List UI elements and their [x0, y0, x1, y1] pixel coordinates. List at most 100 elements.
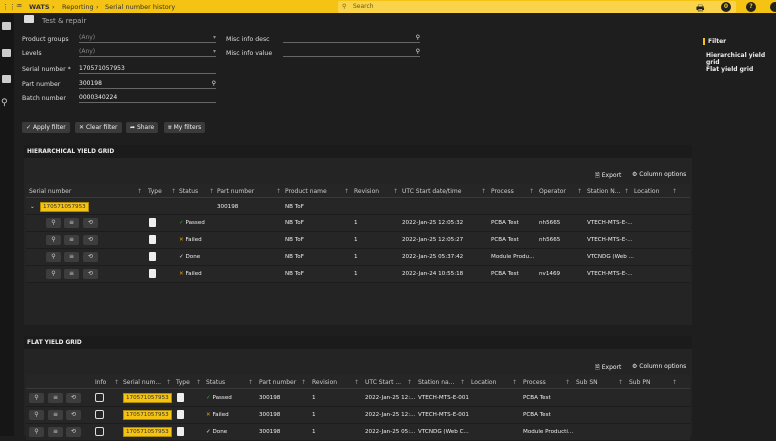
print-icon[interactable]: 🖶 — [696, 1, 705, 17]
sort-arrow-icon[interactable]: ↑ — [624, 188, 629, 195]
right-nav-flat[interactable]: Flat yield grid — [706, 66, 753, 73]
column-options-button[interactable]: ⚙ Column options — [632, 363, 686, 370]
table-row[interactable]: ⚲ ≡ ⟲ ✓ Done NB ToF 1 2022-Jan-25 05:37:42 Modu… — [26, 249, 690, 266]
column-header[interactable]: Type — [148, 188, 162, 195]
chevron-down-icon[interactable]: ⌄ — [30, 204, 35, 210]
column-header[interactable]: Operator — [539, 188, 566, 195]
apps-grid-icon[interactable]: ⋮⋮ — [2, 3, 16, 11]
sort-arrow-icon[interactable]: ↑ — [529, 188, 534, 195]
print-nav-icon[interactable] — [2, 75, 11, 83]
sort-arrow-icon[interactable]: ↑ — [354, 379, 359, 386]
column-header[interactable]: UTC Start date/time — [402, 188, 461, 195]
levels-select[interactable]: (Any) ▾ — [79, 48, 216, 57]
search-icon[interactable]: ⚲ — [29, 393, 44, 403]
search-nav-icon[interactable]: ⚲ — [1, 98, 8, 108]
column-header[interactable]: Process — [523, 379, 546, 386]
column-header[interactable]: Sub PN — [629, 379, 650, 386]
details-icon[interactable]: ≡ — [48, 410, 63, 420]
serial-number-input[interactable]: 170571057953 — [79, 65, 216, 74]
column-header[interactable]: Revision — [354, 188, 379, 195]
sort-arrow-icon[interactable]: ↑ — [672, 188, 677, 195]
serial-badge[interactable]: 170571057953 — [123, 410, 172, 420]
repair-icon[interactable]: ⟲ — [83, 235, 98, 245]
repair-icon[interactable]: ⟲ — [66, 410, 81, 420]
details-icon[interactable]: ≡ — [48, 393, 63, 403]
export-button[interactable]: 🗎 Export — [595, 363, 621, 373]
repair-icon[interactable]: ⟲ — [66, 393, 81, 403]
reports-nav-icon[interactable] — [2, 49, 11, 57]
sort-arrow-icon[interactable]: ↑ — [171, 188, 176, 195]
notifications-badge[interactable]: 0 — [721, 2, 731, 12]
repair-icon[interactable]: ⟲ — [83, 218, 98, 228]
column-header[interactable]: Type — [176, 379, 190, 386]
info-checkbox[interactable] — [95, 410, 104, 419]
info-checkbox[interactable] — [95, 427, 104, 436]
repair-icon[interactable]: ⟲ — [83, 269, 98, 279]
sort-arrow-icon[interactable]: ↑ — [481, 188, 486, 195]
sort-arrow-icon[interactable]: ↑ — [248, 379, 253, 386]
breadcrumb-app[interactable]: WATS — [29, 3, 50, 11]
right-nav-filter[interactable]: Filter — [703, 38, 726, 45]
search-icon[interactable]: ⚲ — [46, 252, 61, 262]
column-header[interactable]: Process — [491, 188, 514, 195]
test-repair-nav-icon[interactable] — [2, 22, 11, 30]
sort-arrow-icon[interactable]: ↑ — [344, 188, 349, 195]
misc-info-value-input[interactable]: ⚲ — [283, 48, 420, 57]
sort-arrow-icon[interactable]: ↑ — [618, 379, 623, 386]
column-header[interactable]: Sub SN — [576, 379, 598, 386]
column-header[interactable]: Location — [471, 379, 496, 386]
table-row[interactable]: ⚲ ≡ ⟲ 170571057953 ✓ Done 300198 1 2022-Jan-25 … — [26, 424, 690, 441]
table-row-parent[interactable]: ⌄ 170571057953 300198 NB ToF — [26, 199, 690, 215]
table-row[interactable]: ⚲ ≡ ⟲ ✕ Failed NB ToF 1 2022-Jan-25 12:05:27 PC… — [26, 232, 690, 249]
clear-filter-button[interactable]: ✕ Clear filter — [75, 122, 122, 133]
details-icon[interactable]: ≡ — [64, 269, 79, 279]
table-row[interactable]: ⚲ ≡ ⟲ ✓ Passed NB ToF 1 2022-Jan-25 12:05:32 PC… — [26, 215, 690, 232]
sort-arrow-icon[interactable]: ↑ — [565, 379, 570, 386]
search-icon[interactable]: ⚲ — [29, 410, 44, 420]
column-header[interactable]: Station na... — [418, 379, 454, 386]
details-icon[interactable]: ≡ — [64, 235, 79, 245]
sort-arrow-icon[interactable]: ↑ — [276, 188, 281, 195]
table-row[interactable]: ⚲ ≡ ⟲ 170571057953 ✓ Passed 300198 1 2022-Jan-2… — [26, 390, 690, 407]
table-row[interactable]: ⚲ ≡ ⟲ 170571057953 ✕ Failed 300198 1 2022-Jan-2… — [26, 407, 690, 424]
column-header[interactable]: Location — [634, 188, 659, 195]
column-header[interactable]: Serial number — [29, 188, 71, 195]
serial-badge[interactable]: 170571057953 — [40, 202, 89, 212]
column-header[interactable]: Info — [95, 379, 106, 386]
sort-arrow-icon[interactable]: ↑ — [196, 379, 201, 386]
column-header[interactable]: Status — [206, 379, 225, 386]
sort-arrow-icon[interactable]: ↑ — [393, 188, 398, 195]
column-header[interactable]: Product name — [285, 188, 327, 195]
sort-arrow-icon[interactable]: ↑ — [512, 379, 517, 386]
apply-filter-button[interactable]: ✓ Apply filter — [22, 122, 70, 133]
column-options-button[interactable]: ⚙ Column options — [632, 171, 686, 178]
misc-info-desc-input[interactable]: ⚲ — [283, 34, 420, 43]
share-button[interactable]: ➦ Share — [126, 122, 159, 133]
sort-arrow-icon[interactable]: ↑ — [301, 379, 306, 386]
column-header[interactable]: Part number — [217, 188, 254, 195]
search-input[interactable]: ⚲ Search — [338, 1, 736, 13]
help-icon[interactable]: ? — [746, 2, 756, 12]
sort-arrow-icon[interactable]: ↑ — [137, 188, 142, 195]
repair-icon[interactable]: ⟲ — [83, 252, 98, 262]
sort-arrow-icon[interactable]: ↑ — [577, 188, 582, 195]
export-button[interactable]: 🗎 Export — [595, 171, 621, 181]
product-groups-select[interactable]: (Any) ▾ — [79, 34, 216, 43]
column-header[interactable]: Status — [179, 188, 198, 195]
serial-badge[interactable]: 170571057953 — [123, 393, 172, 403]
sort-arrow-icon[interactable]: ↑ — [209, 188, 214, 195]
sort-arrow-icon[interactable]: ↑ — [672, 379, 677, 386]
table-row[interactable]: ⚲ ≡ ⟲ ✕ Failed NB ToF 1 2022-Jan-24 10:55:18 PC… — [26, 266, 690, 283]
breadcrumb-reporting[interactable]: Reporting — [62, 3, 94, 11]
sort-arrow-icon[interactable]: ↑ — [114, 379, 119, 386]
column-header[interactable]: Station N... — [587, 188, 620, 195]
column-header[interactable]: Serial num... — [123, 379, 161, 386]
part-number-input[interactable]: 300198 ⚲ — [79, 80, 216, 89]
sort-arrow-icon[interactable]: ↑ — [460, 379, 465, 386]
user-icon[interactable] — [770, 2, 776, 12]
details-icon[interactable]: ≡ — [64, 218, 79, 228]
search-icon[interactable]: ⚲ — [46, 269, 61, 279]
info-checkbox[interactable] — [95, 393, 104, 402]
details-icon[interactable]: ≡ — [64, 252, 79, 262]
batch-number-input[interactable]: 0000340224 — [79, 94, 216, 103]
